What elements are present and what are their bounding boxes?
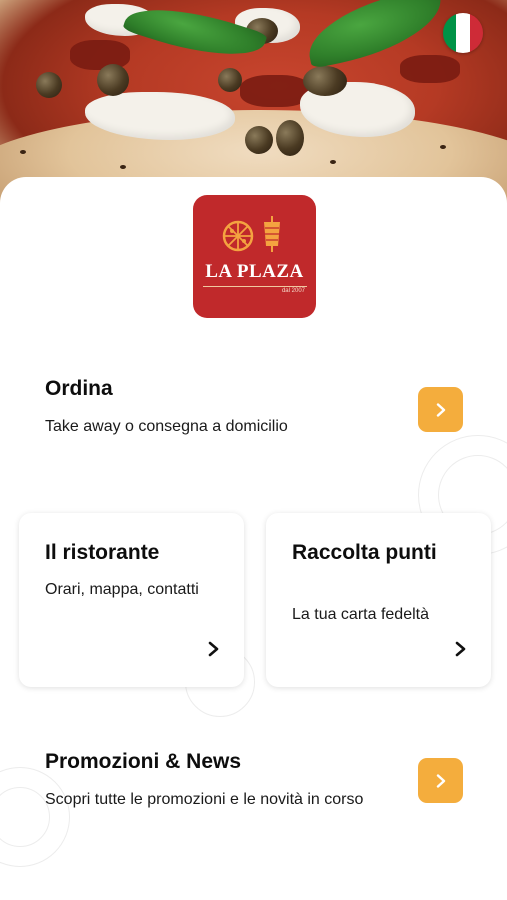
card-subtitle: La tua carta fedeltà bbox=[292, 606, 429, 623]
italy-flag-icon[interactable] bbox=[443, 13, 483, 53]
pizza-icon bbox=[222, 220, 253, 252]
tomato-piece bbox=[400, 55, 460, 83]
la-plaza-logo: LA PLAZA dal 2007 bbox=[193, 195, 316, 318]
olive bbox=[276, 120, 304, 156]
logo-since: dal 2007 bbox=[281, 288, 305, 294]
ordina-title: Ordina bbox=[45, 377, 113, 400]
kebab-icon bbox=[263, 216, 280, 252]
olive bbox=[218, 68, 242, 92]
chevron-right-icon bbox=[208, 641, 219, 657]
crust-char-spot bbox=[120, 165, 126, 169]
card-title: Raccolta punti bbox=[292, 541, 437, 564]
logo-name: LA PLAZA bbox=[205, 261, 304, 282]
pizza-kebab-icon bbox=[222, 216, 280, 252]
card-raccolta-punti[interactable]: Raccolta punti La tua carta fedeltà bbox=[266, 513, 491, 687]
olive bbox=[36, 72, 62, 98]
card-subtitle: Orari, mappa, contatti bbox=[45, 581, 199, 598]
olive bbox=[245, 126, 273, 154]
promo-subtitle: Scopri tutte le promozioni e le novità i… bbox=[45, 791, 364, 808]
ordina-button[interactable] bbox=[418, 387, 463, 432]
promo-button[interactable] bbox=[418, 758, 463, 803]
content-sheet: LA PLAZA dal 2007 Ordina Take away o con… bbox=[0, 177, 507, 900]
crust-char-spot bbox=[20, 150, 26, 154]
card-title: Il ristorante bbox=[45, 541, 160, 564]
promo-title: Promozioni & News bbox=[45, 750, 242, 773]
card-ristorante[interactable]: Il ristorante Orari, mappa, contatti bbox=[19, 513, 244, 687]
crust-char-spot bbox=[330, 160, 336, 164]
chevron-right-icon bbox=[455, 641, 466, 657]
logo-divider bbox=[202, 286, 307, 287]
olive bbox=[303, 66, 347, 96]
olive bbox=[97, 64, 129, 96]
chevron-right-icon bbox=[436, 773, 445, 788]
ordina-subtitle: Take away o consegna a domicilio bbox=[45, 418, 288, 435]
crust-char-spot bbox=[440, 145, 446, 149]
chevron-right-icon bbox=[436, 402, 445, 417]
